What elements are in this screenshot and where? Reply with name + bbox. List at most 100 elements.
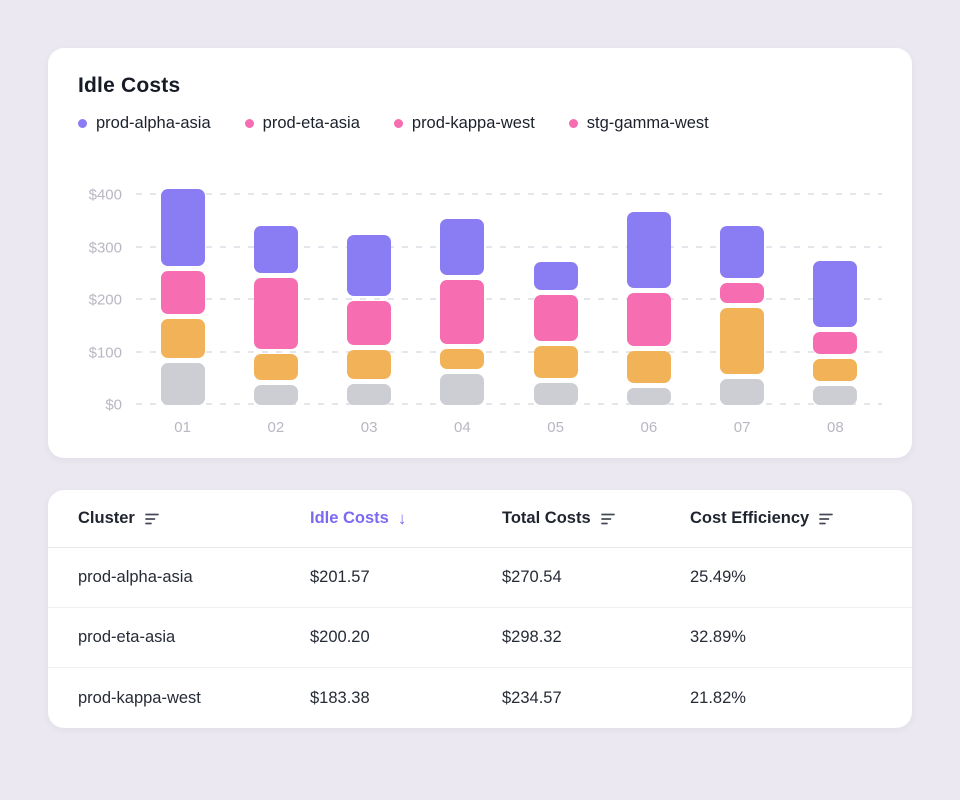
sort-lines-icon xyxy=(144,512,161,526)
bar-segment-prod-alpha-asia[interactable] xyxy=(627,212,671,288)
x-tick-label: 07 xyxy=(696,419,789,436)
bar-segment-stg-gamma-west[interactable] xyxy=(534,383,578,405)
legend-label: prod-kappa-west xyxy=(412,114,535,133)
bar-slot-02 xyxy=(229,173,322,405)
stacked-bar-chart: $0$100$200$300$400 xyxy=(78,173,882,405)
legend-dot xyxy=(78,119,87,128)
x-tick-label: 08 xyxy=(789,419,882,436)
value-cell: 25.49% xyxy=(690,568,882,587)
bar-segment-prod-alpha-asia[interactable] xyxy=(720,226,764,279)
bar-segment-stg-gamma-west[interactable] xyxy=(161,363,205,405)
bar-segment-prod-alpha-asia[interactable] xyxy=(347,235,391,295)
y-tick-label: $400 xyxy=(89,187,122,204)
bar-segment-prod-alpha-asia[interactable] xyxy=(534,262,578,290)
legend-item-prod-alpha-asia[interactable]: prod-alpha-asia xyxy=(78,114,211,133)
table-row-prod-alpha-asia: prod-alpha-asia$201.57$270.5425.49% xyxy=(48,548,912,608)
x-tick-label: 01 xyxy=(136,419,229,436)
x-tick-label: 02 xyxy=(229,419,322,436)
bar-segment-prod-alpha-asia[interactable] xyxy=(813,261,857,327)
idle-costs-chart-card: Idle Costs prod-alpha-asiaprod-eta-asiap… xyxy=(48,48,912,458)
column-header-total-costs[interactable]: Total Costs xyxy=(502,509,690,528)
y-tick-label: $300 xyxy=(89,239,122,256)
legend-item-prod-eta-asia[interactable]: prod-eta-asia xyxy=(245,114,360,133)
bar-segment-prod-kappa-west[interactable] xyxy=(440,349,484,369)
bar-segment-prod-eta-asia[interactable] xyxy=(347,301,391,346)
chart-legend: prod-alpha-asia prod-eta-asia prod-kappa-w… xyxy=(78,114,882,133)
y-axis-labels: $0$100$200$300$400 xyxy=(78,173,136,405)
value-cell: $234.57 xyxy=(502,689,690,708)
bar-segment-prod-alpha-asia[interactable] xyxy=(161,189,205,265)
legend-dot xyxy=(569,119,578,128)
x-axis-labels: 0102030405060708 xyxy=(136,419,882,436)
chart-title: Idle Costs xyxy=(78,74,882,98)
bar-segment-prod-eta-asia[interactable] xyxy=(720,283,764,303)
value-cell: $200.20 xyxy=(310,628,502,647)
bar-slot-03 xyxy=(323,173,416,405)
value-cell: $270.54 xyxy=(502,568,690,587)
bar-segment-prod-eta-asia[interactable] xyxy=(254,278,298,349)
stacked-bar-03 xyxy=(347,173,391,405)
stacked-bar-07 xyxy=(720,173,764,405)
legend-item-prod-kappa-west[interactable]: prod-kappa-west xyxy=(394,114,535,133)
value-cell: $183.38 xyxy=(310,689,502,708)
bar-segment-prod-alpha-asia[interactable] xyxy=(254,226,298,273)
bar-segment-prod-kappa-west[interactable] xyxy=(813,359,857,381)
bar-segment-prod-eta-asia[interactable] xyxy=(161,271,205,314)
dashboard-page: Idle Costs prod-alpha-asiaprod-eta-asiap… xyxy=(0,0,960,800)
bar-segment-stg-gamma-west[interactable] xyxy=(440,374,484,406)
x-tick-label: 04 xyxy=(416,419,509,436)
bar-segment-prod-kappa-west[interactable] xyxy=(534,346,578,378)
x-tick-label: 05 xyxy=(509,419,602,436)
bar-segment-stg-gamma-west[interactable] xyxy=(627,388,671,405)
bar-segment-stg-gamma-west[interactable] xyxy=(254,385,298,405)
stacked-bar-01 xyxy=(161,173,205,405)
y-tick-label: $100 xyxy=(89,344,122,361)
value-cell: $201.57 xyxy=(310,568,502,587)
legend-dot xyxy=(245,119,254,128)
bar-segment-prod-eta-asia[interactable] xyxy=(440,280,484,344)
bar-segment-prod-kappa-west[interactable] xyxy=(254,354,298,380)
bar-segment-prod-kappa-west[interactable] xyxy=(627,351,671,384)
bar-segment-prod-kappa-west[interactable] xyxy=(720,308,764,374)
legend-item-stg-gamma-west[interactable]: stg-gamma-west xyxy=(569,114,709,133)
sort-descending-arrow-icon: ↓ xyxy=(398,510,407,527)
column-header-cluster[interactable]: Cluster xyxy=(78,509,310,528)
bar-segment-prod-eta-asia[interactable] xyxy=(813,332,857,354)
bar-slot-08 xyxy=(789,173,882,405)
stacked-bar-08 xyxy=(813,173,857,405)
x-tick-label: 06 xyxy=(602,419,695,436)
column-header-idle-costs[interactable]: Idle Costs ↓ xyxy=(310,509,502,528)
cluster-name-cell: prod-eta-asia xyxy=(78,628,310,647)
bar-segment-prod-eta-asia[interactable] xyxy=(534,295,578,341)
stacked-bar-02 xyxy=(254,173,298,405)
value-cell: $298.32 xyxy=(502,628,690,647)
bar-slot-04 xyxy=(416,173,509,405)
table-row-prod-eta-asia: prod-eta-asia$200.20$298.3232.89% xyxy=(48,608,912,668)
bar-segment-stg-gamma-west[interactable] xyxy=(347,384,391,405)
column-header-label: Cluster xyxy=(78,509,135,528)
column-header-label: Total Costs xyxy=(502,509,591,528)
bar-segment-prod-kappa-west[interactable] xyxy=(161,319,205,358)
legend-label: stg-gamma-west xyxy=(587,114,709,133)
bar-segment-prod-kappa-west[interactable] xyxy=(347,350,391,379)
table-body: prod-alpha-asia$201.57$270.5425.49%prod-… xyxy=(48,548,912,728)
stacked-bar-04 xyxy=(440,173,484,405)
x-tick-label: 03 xyxy=(323,419,416,436)
legend-label: prod-eta-asia xyxy=(263,114,360,133)
bar-segment-stg-gamma-west[interactable] xyxy=(813,386,857,405)
table-row-prod-kappa-west: prod-kappa-west$183.38$234.5721.82% xyxy=(48,668,912,728)
bar-segment-stg-gamma-west[interactable] xyxy=(720,379,764,405)
y-tick-label: $200 xyxy=(89,292,122,309)
stacked-bar-05 xyxy=(534,173,578,405)
column-header-label: Cost Efficiency xyxy=(690,509,809,528)
bar-segment-prod-eta-asia[interactable] xyxy=(627,293,671,346)
column-header-label: Idle Costs xyxy=(310,509,389,528)
legend-label: prod-alpha-asia xyxy=(96,114,211,133)
bar-slot-01 xyxy=(136,173,229,405)
sort-lines-icon xyxy=(818,512,835,526)
value-cell: 32.89% xyxy=(690,628,882,647)
chart-plot-area xyxy=(136,173,882,405)
bar-segment-prod-alpha-asia[interactable] xyxy=(440,219,484,274)
column-header-cost-efficiency[interactable]: Cost Efficiency xyxy=(690,509,882,528)
bar-slot-07 xyxy=(696,173,789,405)
